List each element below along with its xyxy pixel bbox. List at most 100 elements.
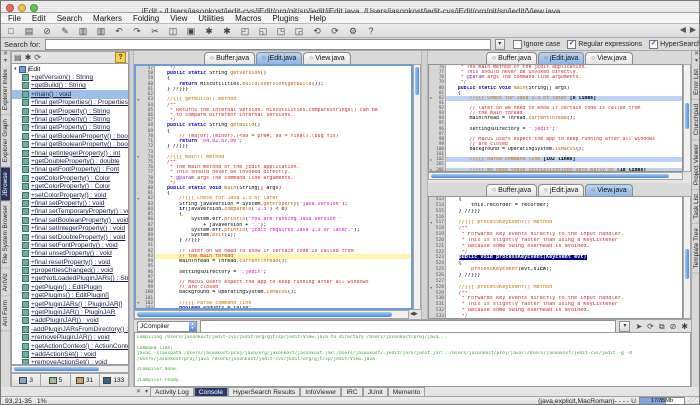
buffer-tab-jedit-java[interactable]: ◇jEdit.java bbox=[538, 52, 584, 64]
buffer-tab-jedit-java[interactable]: ◇jEdit.java bbox=[538, 184, 584, 196]
tree-item[interactable]: +final setProperty() : void bbox=[12, 199, 128, 207]
filter-count-button[interactable]: 133 bbox=[100, 373, 129, 387]
tree-item[interactable]: +getActionContext() : ActionConte bbox=[12, 342, 128, 350]
parse-buffer-icon[interactable]: ▤ bbox=[14, 53, 22, 62]
refresh-icon[interactable]: ⟳ bbox=[34, 53, 41, 62]
dock-tab-memento[interactable]: Memento bbox=[388, 387, 426, 397]
tree-item[interactable]: +getNotLoadedPluginJARs() : Stri bbox=[12, 275, 128, 283]
dock-tab-antviz[interactable]: AntViz bbox=[1, 269, 10, 296]
tree-item[interactable]: +final resetProperty() : void bbox=[12, 258, 128, 266]
dock-tab-explorer-graph[interactable]: Explorer Graph bbox=[1, 115, 10, 167]
middle-vertical-scrollbar[interactable] bbox=[413, 64, 421, 310]
tree-item[interactable]: -addPluginJARsFromDirectory() : v bbox=[12, 325, 128, 333]
filter-count-button[interactable]: 3 bbox=[11, 373, 41, 387]
right-top-editor[interactable]: 76 * The main method of the jEdit applic… bbox=[428, 64, 683, 172]
fold-marker-icon[interactable]: ▾ bbox=[137, 301, 139, 305]
tree-item[interactable]: +final getBooleanProperty() : boole bbox=[12, 132, 128, 140]
dock-tab-error-list[interactable]: Error List bbox=[692, 65, 700, 100]
command-history-dropdown-icon[interactable]: ▾ bbox=[619, 321, 630, 332]
tree-item[interactable]: +final getIntegerProperty() : int bbox=[12, 149, 128, 157]
right-bottom-editor[interactable]: 513 {514 this.recorder = recorder;515 } … bbox=[428, 196, 683, 319]
dock-tab-junit[interactable]: JUnit bbox=[363, 387, 388, 397]
plugin-manager-icon[interactable]: ⚙ bbox=[347, 26, 359, 36]
zoom-button[interactable] bbox=[30, 4, 38, 12]
filter-count-button[interactable]: 5 bbox=[41, 373, 70, 387]
reload-icon[interactable]: ⟲ bbox=[311, 26, 323, 36]
dock-menu-icon[interactable]: ▾ bbox=[4, 58, 7, 65]
tree-item[interactable]: +getPluginJARs() : PluginJAR[] bbox=[12, 300, 128, 308]
new-file-icon[interactable]: □ bbox=[5, 26, 17, 36]
tree-item[interactable]: +final getBooleanProperty() : boole bbox=[12, 141, 128, 149]
tree-item[interactable]: +removePluginJAR() : void bbox=[12, 334, 128, 342]
split-vertical-icon[interactable]: ◳ bbox=[275, 26, 287, 36]
fold-marker-icon[interactable]: ▸ bbox=[430, 158, 432, 162]
previous-buffer-icon[interactable]: ◀ bbox=[680, 25, 686, 34]
tree-item[interactable]: +getPluginJAR() : PluginJAR bbox=[12, 308, 128, 316]
checkbox-ignore-case[interactable]: Ignore case bbox=[513, 40, 561, 49]
menu-markers[interactable]: Markers bbox=[93, 14, 122, 23]
checkbox-regular-expressions[interactable]: ✓Regular expressions bbox=[567, 40, 642, 49]
dock-tab-irc[interactable]: IRC bbox=[341, 387, 362, 397]
buffer-tab-view-java[interactable]: ◇View.java bbox=[585, 184, 632, 196]
next-buffer-icon[interactable]: ▶ bbox=[690, 25, 696, 34]
tree-item[interactable]: +final getProperty() : String bbox=[12, 107, 128, 115]
dock-tab-template-tree[interactable]: Template Tree bbox=[692, 224, 700, 274]
search-members-icon[interactable]: ✱ bbox=[25, 53, 32, 62]
page-setup-icon[interactable]: ▥ bbox=[95, 26, 107, 36]
open-file-icon[interactable]: ▤ bbox=[23, 26, 35, 36]
shell-spinner-icon[interactable]: ▲▼ bbox=[189, 322, 196, 331]
window-titlebar[interactable]: jEdit - /Users/jasonkost/jedit-cvs/jEdit… bbox=[1, 1, 700, 13]
buffer-tab-buffer-java[interactable]: ◇Buffer.java bbox=[204, 52, 255, 64]
run-icon[interactable]: ➤ bbox=[635, 322, 642, 331]
sidebar-horizontal-scrollbar[interactable] bbox=[11, 365, 129, 373]
right-bottom-vertical-scrollbar[interactable] bbox=[683, 196, 691, 319]
minimize-button[interactable] bbox=[18, 4, 26, 12]
stop-icon[interactable]: ⊘ bbox=[670, 322, 677, 331]
console-command-input[interactable] bbox=[200, 320, 616, 333]
run-to-buffer-icon[interactable]: ⧉ bbox=[659, 322, 665, 331]
copy-icon[interactable]: ◫ bbox=[167, 26, 179, 36]
middle-hscroll-arrows[interactable]: ◀▶ bbox=[410, 311, 418, 318]
menu-file[interactable]: File bbox=[8, 14, 21, 23]
buffer-tab-view-java[interactable]: ◇View.java bbox=[585, 52, 632, 64]
dock-tab-infoviewer[interactable]: InfoViewer bbox=[300, 387, 341, 397]
clear-icon[interactable]: ✱ bbox=[681, 322, 688, 331]
reload-all-icon[interactable]: ⟳ bbox=[329, 26, 341, 36]
buffer-tab-view-java[interactable]: ◇View.java bbox=[303, 52, 350, 64]
tree-item[interactable]: +propertiesChanged() : void bbox=[12, 266, 128, 274]
search-history-dropdown-icon[interactable]: ▾ bbox=[495, 39, 505, 50]
dock-close-icon[interactable]: ✕ bbox=[134, 388, 143, 395]
help-icon[interactable]: ? bbox=[365, 26, 377, 36]
menu-help[interactable]: Help bbox=[310, 14, 326, 23]
edit-icon[interactable]: ✎ bbox=[59, 26, 71, 36]
tree-item[interactable]: +final setIntegerProperty() : void bbox=[12, 224, 128, 232]
tree-item[interactable]: +getBuild() : String bbox=[12, 82, 128, 90]
dock-tab-hypersearch-results[interactable]: HyperSearch Results bbox=[228, 387, 300, 397]
checkbox-box[interactable]: ✓ bbox=[649, 40, 658, 49]
tree-item[interactable]: +final unsetProperty() : void bbox=[12, 250, 128, 258]
dock-tab-activity-log[interactable]: Activity Log bbox=[150, 387, 194, 397]
right-splitter[interactable] bbox=[421, 51, 428, 319]
dock-menu-icon[interactable]: ▾ bbox=[695, 58, 698, 65]
filter-count-button[interactable]: 31 bbox=[71, 373, 100, 387]
buffer-tab-jedit-java[interactable]: ◇jEdit.java bbox=[256, 52, 302, 64]
redo-icon[interactable]: ↷ bbox=[131, 26, 143, 36]
buffer-mode-info[interactable]: (java,explicit,MacRoman)- - - - U bbox=[538, 398, 636, 405]
dock-tab-file-system-browser[interactable]: File System Browser bbox=[1, 201, 10, 269]
right-top-horizontal-scrollbar[interactable] bbox=[428, 172, 683, 180]
menu-macros[interactable]: Macros bbox=[235, 14, 261, 23]
tree-item[interactable]: +final setDoubleProperty() : void bbox=[12, 233, 128, 241]
new-view-icon[interactable]: ◲ bbox=[293, 26, 305, 36]
menu-edit[interactable]: Edit bbox=[32, 14, 46, 23]
tree-item[interactable]: +final getProperties() : Properties bbox=[12, 99, 128, 107]
buffer-tab-buffer-java[interactable]: ◇Buffer.java bbox=[486, 184, 537, 196]
structure-tree[interactable]: ▾jEdit+getVersion() : String+getBuild() … bbox=[11, 63, 129, 365]
run-again-icon[interactable]: ⟳ bbox=[647, 322, 654, 331]
sidebar-help-button[interactable]: ? bbox=[115, 52, 126, 63]
expand-icon[interactable]: ▾ bbox=[14, 66, 17, 72]
tree-item[interactable]: +addActionSet() : void bbox=[12, 350, 128, 358]
find-icon[interactable]: ✱ bbox=[203, 26, 215, 36]
buffer-tab-buffer-java[interactable]: ◇Buffer.java bbox=[486, 52, 537, 64]
middle-editor[interactable]: 57 */58 public static String getVersion(… bbox=[134, 64, 413, 310]
checkbox-box[interactable] bbox=[513, 40, 522, 49]
